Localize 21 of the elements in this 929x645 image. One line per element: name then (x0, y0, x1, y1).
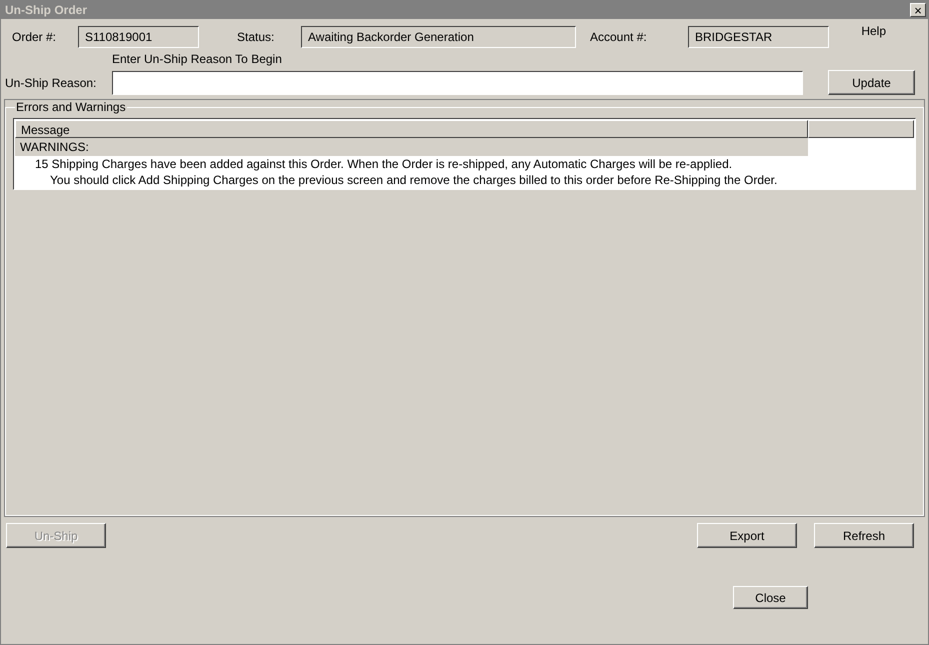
help-link[interactable]: Help (861, 24, 886, 38)
close-button[interactable]: × (910, 3, 926, 17)
panel-title: Errors and Warnings (15, 100, 127, 114)
window-title: Un-Ship Order (5, 3, 88, 17)
message-text: 15 Shipping Charges have been added against this Order. When the Order is re-shipped, any Automatic Charges will be re-applied. (34, 156, 734, 172)
status-label: Status: (237, 30, 276, 44)
group-row: WARNINGS: (15, 138, 808, 156)
order-field: S110819001 (78, 26, 199, 48)
column-header[interactable]: Message (15, 120, 808, 138)
message-text: You should click Add Shipping Charges on the previous screen and remove the charges billed to this order before Re-Shipping the Order. (49, 172, 778, 188)
status-field: Awaiting Backorder Generation (301, 26, 576, 48)
reason-hint: Enter Un-Ship Reason To Begin (112, 52, 283, 66)
action-button[interactable]: Refresh (814, 523, 914, 548)
account-label: Account #: (590, 30, 648, 44)
reason-label: Un-Ship Reason: (5, 76, 98, 90)
reason-input[interactable] (112, 70, 803, 94)
order-label: Order #: (12, 30, 58, 44)
action-button[interactable]: Export (697, 523, 797, 548)
close-dialog-button[interactable]: Close (733, 586, 808, 609)
update-button[interactable]: Update (828, 70, 915, 95)
account-field: BRIDGESTAR (688, 26, 829, 48)
